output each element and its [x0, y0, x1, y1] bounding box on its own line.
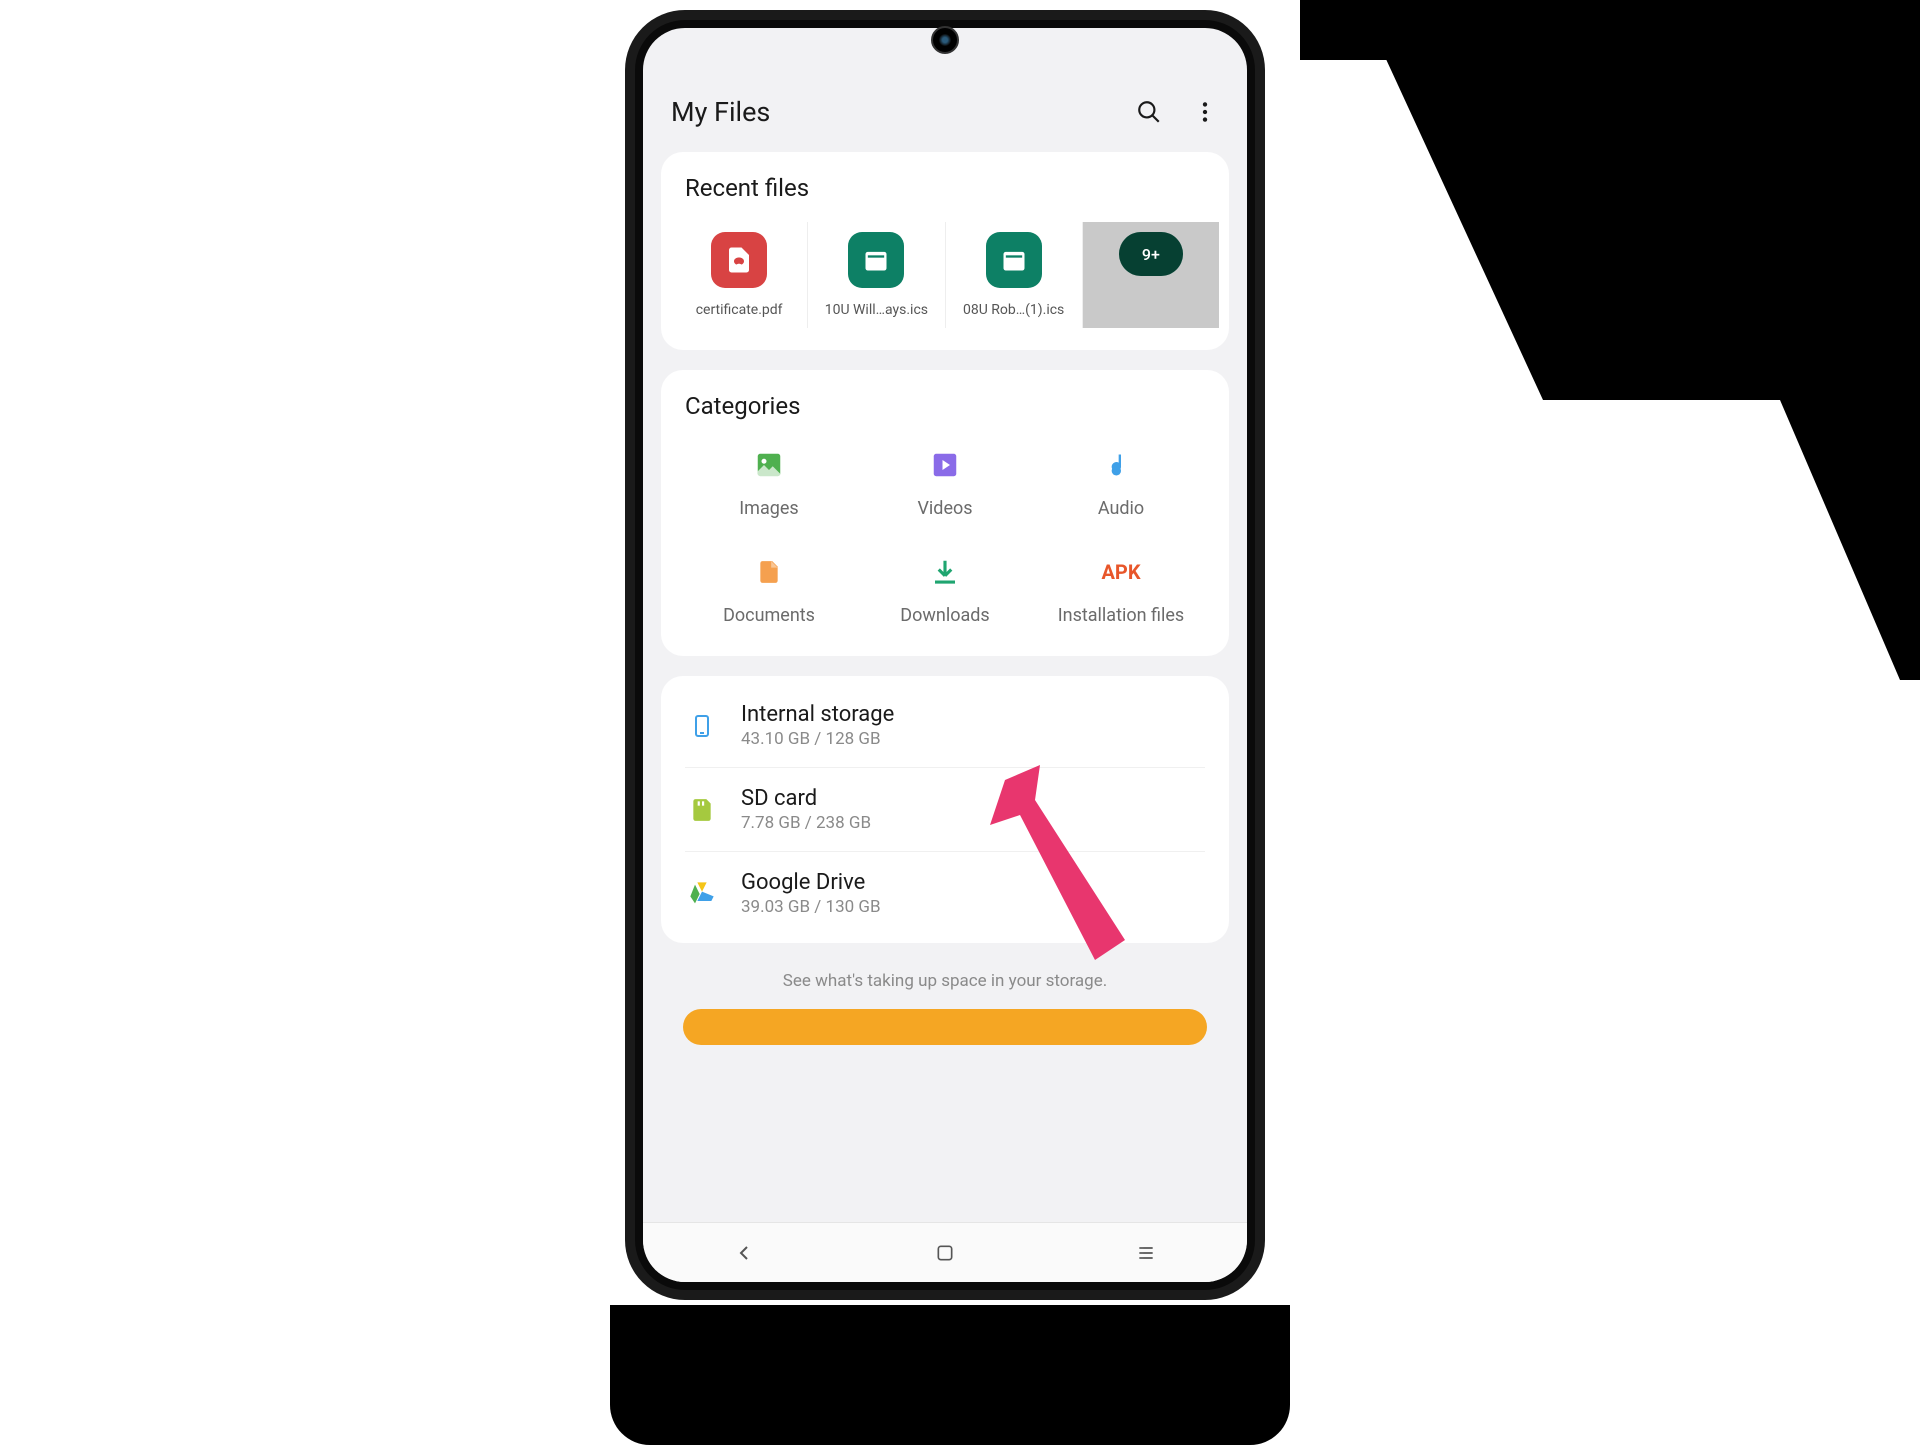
recent-files-title: Recent files [661, 174, 1229, 222]
phone-icon [685, 709, 719, 743]
category-label: Downloads [900, 605, 989, 626]
background-shape [1340, 60, 1920, 400]
menu-icon [1135, 1243, 1157, 1263]
categories-card: Categories Images Videos Audio Documents [661, 370, 1229, 656]
document-icon [752, 555, 786, 589]
navigation-bar [643, 1222, 1247, 1282]
apk-icon: APK [1104, 555, 1138, 589]
background-shape [1300, 0, 1920, 60]
recent-file-item[interactable]: 08U Rob…(1).ics [946, 222, 1083, 328]
recent-file-name: certificate.pdf [675, 302, 803, 318]
video-icon [928, 448, 962, 482]
storage-size: 43.10 GB / 128 GB [741, 729, 1205, 749]
pdf-icon [711, 232, 767, 288]
google-drive-icon [685, 877, 719, 911]
storage-name: Google Drive [741, 870, 1205, 895]
more-files-icon: 9+ [1119, 232, 1183, 276]
category-images[interactable]: Images [681, 448, 857, 519]
category-label: Audio [1098, 498, 1144, 519]
image-icon [752, 448, 786, 482]
search-button[interactable] [1135, 98, 1163, 126]
chevron-left-icon [732, 1241, 756, 1265]
storage-tip-text: See what's taking up space in your stora… [643, 963, 1247, 1009]
download-icon [928, 555, 962, 589]
category-installation-files[interactable]: APK Installation files [1033, 555, 1209, 626]
more-vertical-icon [1192, 99, 1218, 125]
recent-file-item[interactable]: 10U Will…ays.ics [808, 222, 945, 328]
camera-cutout [931, 26, 959, 54]
recent-file-item[interactable]: certificate.pdf [671, 222, 808, 328]
category-audio[interactable]: Audio [1033, 448, 1209, 519]
storage-name: Internal storage [741, 702, 1205, 727]
category-documents[interactable]: Documents [681, 555, 857, 626]
storage-analysis-button[interactable] [683, 1009, 1207, 1045]
storage-sd-card[interactable]: SD card 7.78 GB / 238 GB [685, 768, 1205, 852]
calendar-icon [986, 232, 1042, 288]
recent-file-name: 10U Will…ays.ics [812, 302, 940, 318]
more-count-badge: 9+ [1119, 232, 1183, 276]
storage-size: 39.03 GB / 130 GB [741, 897, 1205, 917]
category-label: Images [739, 498, 798, 519]
category-downloads[interactable]: Downloads [857, 555, 1033, 626]
category-label: Installation files [1058, 605, 1184, 626]
background-shape [610, 1305, 1290, 1445]
app-header: My Files [643, 78, 1247, 152]
recent-files-card: Recent files certificate.pdf 10U Will…ay… [661, 152, 1229, 350]
audio-icon [1104, 448, 1138, 482]
storage-internal[interactable]: Internal storage 43.10 GB / 128 GB [685, 684, 1205, 768]
nav-back-button[interactable] [704, 1233, 784, 1273]
square-icon [935, 1243, 955, 1263]
categories-title: Categories [661, 392, 1229, 440]
category-label: Videos [917, 498, 972, 519]
storage-google-drive[interactable]: Google Drive 39.03 GB / 130 GB [685, 852, 1205, 935]
sd-card-icon [685, 793, 719, 827]
search-icon [1136, 99, 1162, 125]
nav-recents-button[interactable] [1106, 1233, 1186, 1273]
more-options-button[interactable] [1191, 98, 1219, 126]
recent-file-more[interactable]: 9+ [1083, 222, 1219, 328]
storage-name: SD card [741, 786, 1205, 811]
phone-frame: My Files Recent files certificate.pdf 10… [625, 10, 1265, 1300]
storage-size: 7.78 GB / 238 GB [741, 813, 1205, 833]
category-videos[interactable]: Videos [857, 448, 1033, 519]
recent-file-name: 08U Rob…(1).ics [950, 302, 1078, 318]
nav-home-button[interactable] [905, 1233, 985, 1273]
category-label: Documents [723, 605, 815, 626]
storage-card: Internal storage 43.10 GB / 128 GB SD ca… [661, 676, 1229, 943]
background-shape [1720, 400, 1920, 680]
calendar-icon [848, 232, 904, 288]
app-title: My Files [671, 96, 1135, 128]
